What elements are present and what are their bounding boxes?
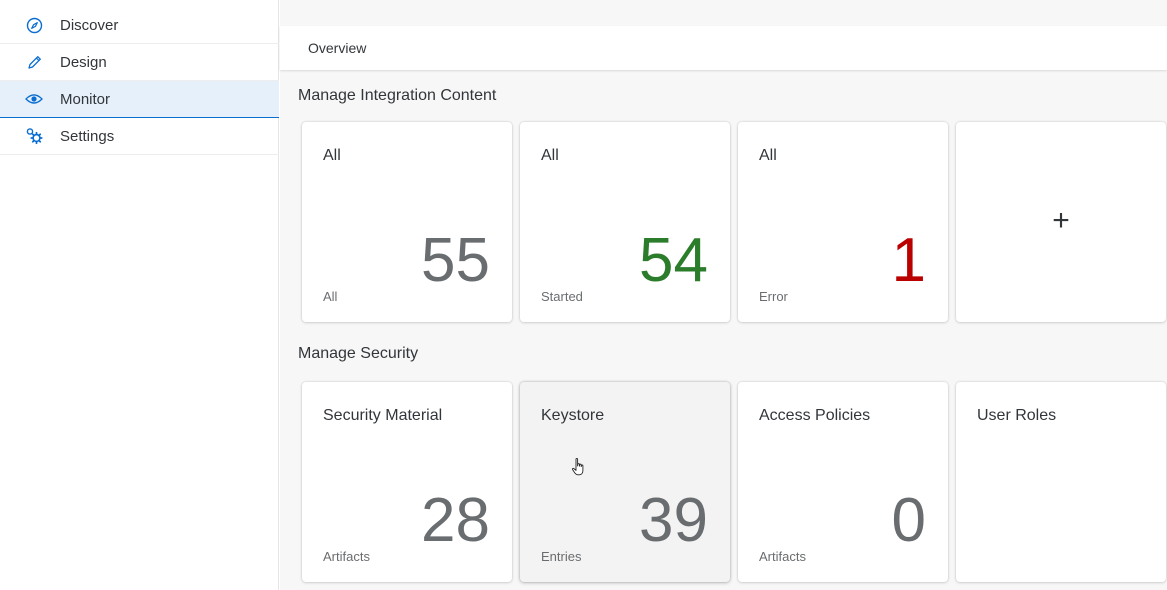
tile-unit: Artifacts [759, 549, 806, 564]
tile-title: All [541, 147, 559, 164]
sidebar-item-discover[interactable]: Discover [0, 7, 279, 44]
tile-security-material[interactable]: Security Material 28 Artifacts [302, 382, 512, 582]
pencil-icon [24, 52, 44, 72]
tile-unit: Started [541, 289, 583, 304]
tile-title: Keystore [541, 407, 605, 424]
compass-icon [24, 15, 44, 35]
tile-value: 55 [421, 226, 490, 295]
tile-unit: Entries [541, 549, 582, 564]
add-tile-button[interactable]: + [956, 122, 1166, 322]
tile-error-artifacts[interactable]: All 1 Error [738, 122, 948, 322]
breadcrumb: Overview [280, 26, 1167, 70]
tile-unit: Error [759, 289, 788, 304]
tile-access-policies[interactable]: Access Policies 0 Artifacts [738, 382, 948, 582]
tile-all-artifacts[interactable]: All 55 All [302, 122, 512, 322]
breadcrumb-overview[interactable]: Overview [308, 40, 366, 56]
sidebar-item-design[interactable]: Design [0, 44, 279, 81]
tile-title: Access Policies [759, 407, 871, 424]
eye-icon [24, 89, 44, 109]
sidebar-item-label: Settings [60, 127, 115, 145]
tile-unit: Artifacts [323, 549, 370, 564]
tile-value: 39 [639, 486, 708, 555]
tile-value: 28 [421, 486, 490, 555]
tile-title: User Roles [977, 407, 1057, 424]
tile-title: All [323, 147, 341, 164]
section-title-integration-content: Manage Integration Content [298, 87, 497, 104]
tile-value: 1 [891, 226, 926, 295]
tile-unit: All [323, 289, 338, 304]
tile-started-artifacts[interactable]: All 54 Started [520, 122, 730, 322]
sidebar-item-label: Discover [60, 16, 119, 34]
sidebar-item-monitor[interactable]: Monitor [0, 81, 279, 118]
tile-value: 54 [639, 226, 708, 295]
tile-title: Security Material [323, 407, 443, 424]
tile-value: 0 [891, 486, 926, 555]
side-navigation: Discover Design Monitor Settings [0, 0, 279, 590]
plus-icon: + [1052, 204, 1070, 237]
section-title-security: Manage Security [298, 345, 419, 362]
tile-user-roles[interactable]: User Roles [956, 382, 1166, 582]
hand-pointer-cursor-icon [572, 458, 584, 476]
sidebar-item-label: Monitor [60, 90, 111, 108]
main-content: Overview Manage Integration Content All … [280, 0, 1167, 590]
tile-keystore[interactable]: Keystore 39 Entries [520, 382, 730, 582]
settings-gears-icon [24, 126, 44, 146]
tile-title: All [759, 147, 777, 164]
sidebar-item-settings[interactable]: Settings [0, 118, 279, 155]
sidebar-item-label: Design [60, 53, 107, 71]
